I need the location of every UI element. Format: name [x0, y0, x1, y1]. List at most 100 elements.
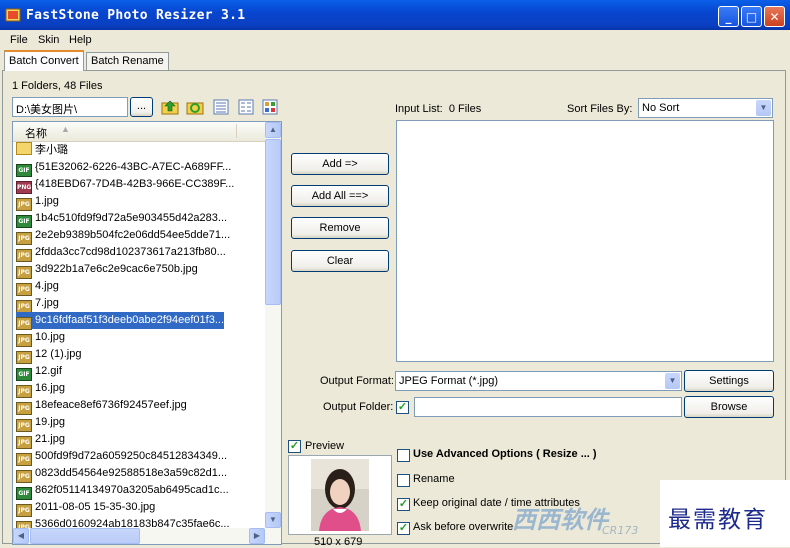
list-item-label: 18efeace8ef6736f92457eef.jpg — [35, 399, 187, 411]
list-item[interactable]: JPG 2e2eb9389b504fc2e06dd54ee5dde71... — [16, 227, 230, 245]
scroll-up-button[interactable]: ▲ — [265, 122, 281, 138]
list-item-label: 9c16fdfaaf51f3deeb0abe2f94eef01f3... — [35, 314, 225, 326]
app-icon — [5, 8, 21, 22]
list-item[interactable]: GIF 862f05114134970a3205ab6495cad1c... — [16, 482, 229, 500]
list-item[interactable]: GIF {51E32062-6226-43BC-A7EC-A689FF... — [16, 159, 231, 177]
list-item[interactable]: JPG 500fd9f9d72a6059250c84512834349... — [16, 448, 228, 466]
list-item-label: 862f05114134970a3205ab6495cad1c... — [35, 484, 229, 496]
site-watermark-sub: CR173 — [602, 524, 639, 537]
list-item-label: 500fd9f9d72a6059250c84512834349... — [35, 450, 228, 462]
list-item[interactable]: JPG 18efeace8ef6736f92457eef.jpg — [16, 397, 187, 415]
tab-batch-convert[interactable]: Batch Convert — [4, 50, 84, 71]
view-thumbnails-icon[interactable] — [213, 99, 229, 115]
horizontal-scrollbar[interactable]: ◀ ▶ — [13, 528, 281, 544]
window-title: FastStone Photo Resizer 3.1 — [26, 8, 246, 23]
output-folder-input[interactable] — [414, 397, 682, 417]
sort-asc-icon: ▲ — [61, 124, 70, 134]
list-item-label: 3d922b1a7e6c2e9cac6e750b.jpg — [35, 263, 198, 275]
list-item-label: 12.gif — [35, 365, 62, 377]
list-item-label: 21.jpg — [35, 433, 65, 445]
output-format-select[interactable]: JPEG Format (*.jpg) ▼ — [395, 371, 682, 391]
minimize-button[interactable]: _ — [718, 6, 739, 27]
list-item[interactable]: JPG 0823dd54564e92588518e3a59c82d1... — [16, 465, 227, 483]
folder-file-icon — [16, 142, 32, 155]
path-browse-button[interactable]: ... — [130, 97, 153, 117]
list-item[interactable]: JPG 19.jpg — [16, 414, 65, 432]
list-item[interactable]: JPG 2011-08-05 15-35-30.jpg — [16, 499, 156, 517]
list-item[interactable]: JPG 16.jpg — [16, 380, 65, 398]
view-list-icon[interactable] — [238, 99, 254, 115]
list-item[interactable]: JPG 21.jpg — [16, 431, 65, 449]
add-all-button[interactable]: Add All ==> — [291, 185, 389, 207]
chevron-down-icon[interactable]: ▼ — [665, 373, 680, 389]
refresh-icon[interactable] — [186, 98, 204, 116]
list-item-label: 1.jpg — [35, 195, 59, 207]
preview-dimensions: 510 x 679 — [314, 536, 363, 548]
list-item-label: 2011-08-05 15-35-30.jpg — [35, 501, 156, 513]
column-name-header[interactable]: 名称 — [25, 125, 47, 141]
list-item[interactable]: PNG {418EBD67-7D4B-42B3-966E-CC389F... — [16, 176, 234, 194]
sort-value: No Sort — [642, 102, 680, 114]
ask-overwrite-label[interactable]: Ask before overwrite — [413, 521, 513, 533]
rename-checkbox[interactable] — [397, 474, 410, 487]
clear-button[interactable]: Clear — [291, 250, 389, 272]
maximize-button[interactable]: □ — [741, 6, 762, 27]
scroll-right-button[interactable]: ▶ — [249, 528, 265, 544]
menu-help[interactable]: Help — [69, 34, 92, 46]
list-item[interactable]: GIF 1b4c510fd9f9d72a5e903455d42a283... — [16, 210, 227, 228]
path-input[interactable]: D:\美女图片\ — [12, 97, 128, 117]
advanced-options-checkbox[interactable] — [397, 449, 410, 462]
view-details-icon[interactable] — [262, 99, 278, 115]
file-list[interactable]: 名称 ▲ 李小璐 GIF {51E32062-6226-43BC-A7EC-A689… — [12, 121, 282, 545]
list-item[interactable]: JPG 2fdda3cc7cd98d102373617a213fb80... — [16, 244, 226, 262]
add-button[interactable]: Add => — [291, 153, 389, 175]
remove-button[interactable]: Remove — [291, 217, 389, 239]
menu-file[interactable]: File — [10, 34, 28, 46]
preview-label: Preview — [305, 440, 345, 452]
list-item-label: 2fdda3cc7cd98d102373617a213fb80... — [35, 246, 226, 258]
list-item[interactable]: JPG 4.jpg — [16, 278, 59, 296]
list-item[interactable]: JPG 9c16fdfaaf51f3deeb0abe2f94eef01f3... — [16, 312, 225, 330]
column-divider — [236, 124, 237, 138]
rename-label[interactable]: Rename — [413, 473, 455, 485]
list-item-label: 12 (1).jpg — [35, 348, 82, 360]
scroll-thumb[interactable] — [265, 139, 281, 305]
sort-select[interactable]: No Sort ▼ — [638, 98, 773, 118]
keep-date-checkbox[interactable]: ✓ — [397, 498, 410, 511]
list-item[interactable]: JPG 7.jpg — [16, 295, 59, 313]
input-list-box[interactable] — [396, 120, 774, 362]
list-item[interactable]: JPG 10.jpg — [16, 329, 65, 347]
tab-batch-rename[interactable]: Batch Rename — [86, 52, 169, 70]
input-list-count: 0 Files — [448, 103, 482, 115]
menu-skin[interactable]: Skin — [38, 34, 59, 46]
output-folder-checkbox[interactable]: ✓ — [396, 401, 409, 414]
list-item-label: 10.jpg — [35, 331, 65, 343]
list-item[interactable]: JPG 12 (1).jpg — [16, 346, 82, 364]
hscroll-thumb[interactable] — [30, 528, 140, 544]
close-button[interactable]: ✕ — [764, 6, 785, 27]
folder-up-icon[interactable] — [161, 98, 179, 116]
file-rows: 李小璐 GIF {51E32062-6226-43BC-A7EC-A689FF...… — [13, 142, 265, 534]
advanced-options-label[interactable]: Use Advanced Options ( Resize ... ) — [413, 448, 597, 460]
preview-image — [311, 459, 369, 531]
list-item[interactable]: JPG 1.jpg — [16, 193, 59, 211]
browse-button[interactable]: Browse — [684, 396, 774, 418]
list-item[interactable]: 李小璐 — [16, 142, 68, 159]
chevron-down-icon[interactable]: ▼ — [756, 100, 771, 116]
ask-overwrite-checkbox[interactable]: ✓ — [397, 522, 410, 535]
output-folder-label: Output Folder: — [323, 401, 394, 413]
file-list-header[interactable]: 名称 ▲ — [13, 122, 265, 142]
preview-checkbox[interactable]: ✓ — [288, 440, 301, 453]
output-format-value: JPEG Format (*.jpg) — [399, 375, 499, 387]
input-list-caption: Input List: — [395, 103, 443, 115]
list-item[interactable]: JPG 3d922b1a7e6c2e9cac6e750b.jpg — [16, 261, 198, 279]
scroll-left-button[interactable]: ◀ — [13, 528, 29, 544]
list-item[interactable]: GIF 12.gif — [16, 363, 62, 381]
title-bar: FastStone Photo Resizer 3.1 _ □ ✕ — [0, 0, 790, 30]
scroll-down-button[interactable]: ▼ — [265, 512, 281, 528]
list-item-label: 16.jpg — [35, 382, 65, 394]
folder-summary: 1 Folders, 48 Files — [12, 80, 103, 92]
settings-button[interactable]: Settings — [684, 370, 774, 392]
vertical-scrollbar[interactable]: ▲ ▼ — [265, 122, 281, 528]
sort-label: Sort Files By: — [567, 103, 633, 115]
